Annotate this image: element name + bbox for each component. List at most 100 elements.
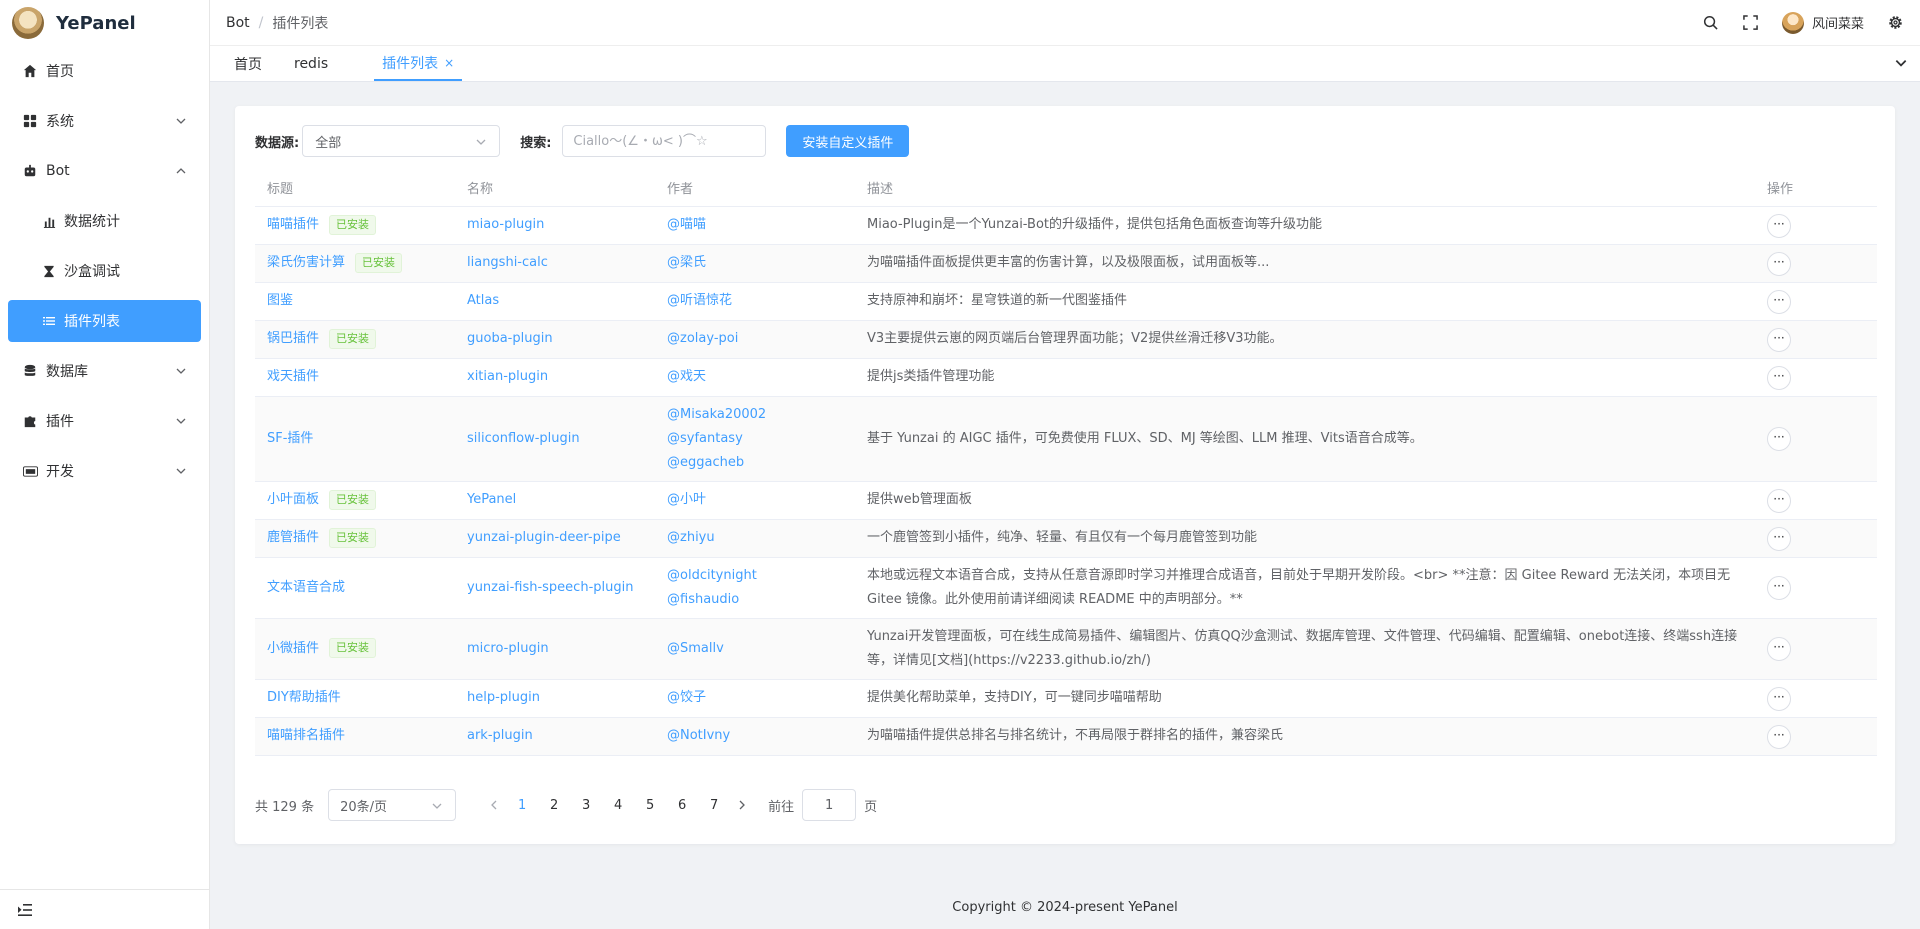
chevron-down-icon bbox=[432, 803, 442, 809]
author-link[interactable]: @Misaka20002 bbox=[667, 407, 766, 422]
author-link[interactable]: @eggacheb bbox=[667, 455, 744, 470]
more-actions-button[interactable]: ··· bbox=[1767, 686, 1791, 711]
plugin-name-link[interactable]: micro-plugin bbox=[467, 641, 549, 656]
author-link[interactable]: @Smallv bbox=[667, 641, 724, 656]
author-link[interactable]: @小叶 bbox=[667, 492, 706, 507]
sidebar-item-database[interactable]: 数据库 bbox=[0, 346, 209, 396]
plugin-name-link[interactable]: ark-plugin bbox=[467, 728, 533, 743]
goto-suffix: 页 bbox=[864, 799, 878, 815]
plugin-title-link[interactable]: SF-插件 bbox=[267, 431, 313, 446]
more-actions-button[interactable]: ··· bbox=[1767, 576, 1791, 600]
installed-badge: 已安装 bbox=[329, 527, 377, 548]
author-link[interactable]: @syfantasy bbox=[667, 431, 743, 446]
more-actions-button[interactable]: ··· bbox=[1767, 213, 1791, 238]
close-icon[interactable]: × bbox=[444, 56, 454, 70]
more-actions-button[interactable]: ··· bbox=[1767, 365, 1791, 390]
cell-authors: @NotIvny bbox=[655, 717, 855, 756]
plugin-title-link[interactable]: 小微插件 bbox=[267, 641, 319, 656]
author-link[interactable]: @听语惊花 bbox=[667, 293, 732, 308]
plugin-name-link[interactable]: guoba-plugin bbox=[467, 331, 553, 346]
fullscreen-icon[interactable] bbox=[1742, 14, 1760, 32]
plugin-name-link[interactable]: YePanel bbox=[467, 492, 516, 507]
plugin-title-link[interactable]: 喵喵排名插件 bbox=[267, 728, 345, 743]
more-actions-button[interactable]: ··· bbox=[1767, 251, 1791, 276]
breadcrumb-item-bot[interactable]: Bot bbox=[226, 15, 250, 31]
plugin-name-link[interactable]: liangshi-calc bbox=[467, 255, 548, 270]
app-name: YePanel bbox=[56, 12, 136, 34]
cell-description: V3主要提供云崽的网页端后台管理界面功能；V2提供丝滑迁移V3功能。 bbox=[855, 320, 1755, 359]
more-actions-button[interactable]: ··· bbox=[1767, 526, 1791, 551]
more-actions-button[interactable]: ··· bbox=[1767, 327, 1791, 352]
plugin-name-link[interactable]: yunzai-fish-speech-plugin bbox=[467, 580, 633, 595]
cell-actions: ··· bbox=[1755, 519, 1877, 558]
more-actions-button[interactable]: ··· bbox=[1767, 724, 1791, 749]
plugin-name-link[interactable]: Atlas bbox=[467, 293, 499, 308]
author-link[interactable]: @zhiyu bbox=[667, 530, 715, 545]
sidebar-item-plugins[interactable]: 插件 bbox=[0, 396, 209, 446]
search-input[interactable] bbox=[562, 125, 767, 157]
author-link[interactable]: @戏天 bbox=[667, 369, 706, 384]
author-link[interactable]: @喵喵 bbox=[667, 217, 706, 232]
author-link[interactable]: @饺子 bbox=[667, 690, 706, 705]
tab-redis[interactable]: redis bbox=[286, 46, 336, 81]
plugin-name-link[interactable]: siliconflow-plugin bbox=[467, 431, 580, 446]
table-row: 小微插件 已安装 micro-plugin @Smallv Yunzai开发管理面板，可… bbox=[255, 618, 1877, 680]
more-actions-button[interactable]: ··· bbox=[1767, 637, 1791, 661]
plugin-name-link[interactable]: help-plugin bbox=[467, 690, 540, 705]
more-actions-button[interactable]: ··· bbox=[1767, 427, 1791, 451]
gear-icon[interactable] bbox=[1886, 14, 1904, 32]
more-actions-button[interactable]: ··· bbox=[1767, 488, 1791, 513]
page-number[interactable]: 5 bbox=[634, 791, 666, 819]
page-number[interactable]: 4 bbox=[602, 791, 634, 819]
plugin-title-link[interactable]: 鹿管插件 bbox=[267, 530, 319, 545]
goto-page-input[interactable] bbox=[802, 789, 857, 821]
sidebar-item-plugin-list[interactable]: 插件列表 bbox=[8, 300, 201, 342]
page-number[interactable]: 1 bbox=[506, 791, 538, 819]
sidebar-menu: 首页 系统 Bot 数据统计 沙盒调试 插件列表 数据库 插件 开发 bbox=[0, 46, 209, 496]
logo[interactable]: YePanel bbox=[0, 0, 209, 46]
more-icon: ··· bbox=[1773, 529, 1785, 544]
tab-home[interactable]: 首页 bbox=[226, 46, 270, 81]
plugin-title-link[interactable]: 小叶面板 bbox=[267, 492, 319, 507]
search-icon[interactable] bbox=[1702, 14, 1720, 32]
plugin-title-link[interactable]: 文本语音合成 bbox=[267, 580, 345, 595]
plugin-name-link[interactable]: yunzai-plugin-deer-pipe bbox=[467, 530, 621, 545]
source-select[interactable]: 全部 bbox=[302, 125, 501, 157]
plugin-title-link[interactable]: 梁氏伤害计算 bbox=[267, 255, 345, 270]
tab-plugin-list[interactable]: 插件列表 × bbox=[374, 46, 463, 81]
page-number[interactable]: 6 bbox=[666, 791, 698, 819]
plugin-title-link[interactable]: 喵喵插件 bbox=[267, 217, 319, 232]
collapse-sidebar-button[interactable] bbox=[0, 889, 209, 929]
author-link[interactable]: @zolay-poi bbox=[667, 331, 738, 346]
plugin-title-link[interactable]: 图鉴 bbox=[267, 293, 293, 308]
cell-description: 提供web管理面板 bbox=[855, 481, 1755, 520]
page-number[interactable]: 3 bbox=[570, 791, 602, 819]
page-number[interactable]: 7 bbox=[698, 791, 730, 819]
sidebar-item-bot[interactable]: Bot bbox=[0, 146, 209, 196]
more-actions-button[interactable]: ··· bbox=[1767, 289, 1791, 314]
author-link[interactable]: @梁氏 bbox=[667, 255, 706, 270]
next-page-button[interactable] bbox=[730, 791, 754, 819]
install-custom-plugin-button[interactable]: 安装自定义插件 bbox=[786, 125, 910, 157]
table-row: 文本语音合成 yunzai-fish-speech-plugin @oldcityn… bbox=[255, 557, 1877, 619]
author-link[interactable]: @NotIvny bbox=[667, 728, 730, 743]
plugin-title-link[interactable]: 戏天插件 bbox=[267, 369, 319, 384]
robot-icon bbox=[22, 163, 38, 179]
sidebar-item-statistics[interactable]: 数据统计 bbox=[0, 196, 209, 246]
plugin-title-link[interactable]: DIY帮助插件 bbox=[267, 690, 341, 705]
author-link[interactable]: @fishaudio bbox=[667, 592, 739, 607]
page-number[interactable]: 2 bbox=[538, 791, 570, 819]
user-menu[interactable]: 风间菜菜 bbox=[1781, 11, 1864, 34]
filter-bar: 数据源: 全部 搜索: 安装自定义插件 bbox=[255, 125, 910, 157]
sidebar-item-dev[interactable]: 开发 bbox=[0, 446, 209, 496]
sidebar-item-system[interactable]: 系统 bbox=[0, 96, 209, 146]
plugin-title-link[interactable]: 锅巴插件 bbox=[267, 331, 319, 346]
prev-page-button[interactable] bbox=[482, 791, 506, 819]
sidebar-item-home[interactable]: 首页 bbox=[0, 46, 209, 96]
plugin-name-link[interactable]: xitian-plugin bbox=[467, 369, 548, 384]
sidebar-item-sandbox[interactable]: 沙盒调试 bbox=[0, 246, 209, 296]
author-link[interactable]: @oldcitynight bbox=[667, 568, 757, 583]
chevron-down-icon[interactable] bbox=[1894, 56, 1908, 70]
plugin-name-link[interactable]: miao-plugin bbox=[467, 217, 544, 232]
page-size-select[interactable]: 20条/页 bbox=[328, 789, 457, 821]
